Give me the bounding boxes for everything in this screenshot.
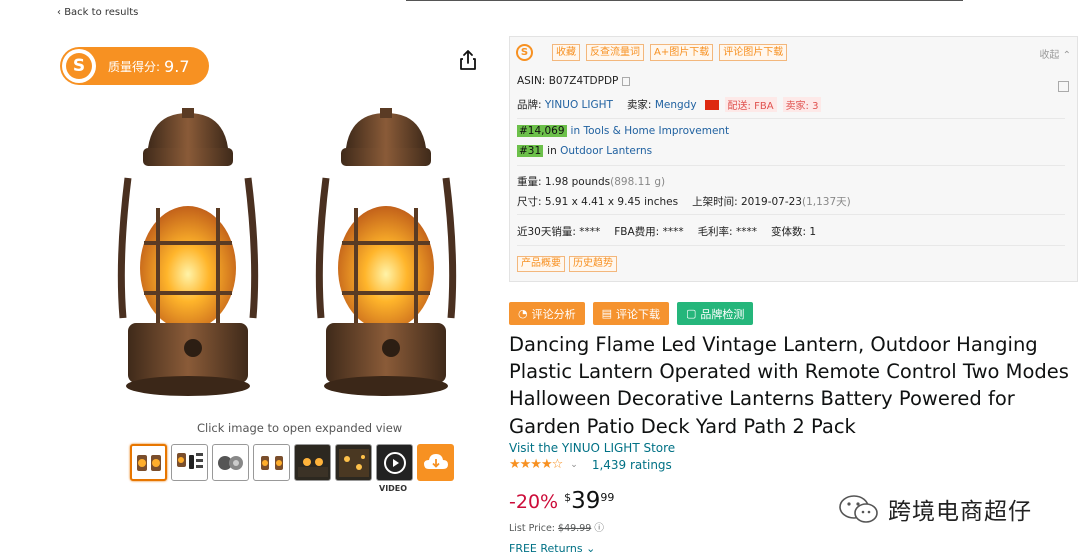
thumbnail-lantern-pair-small[interactable] [253,444,290,481]
info-icon[interactable]: ⓘ [594,523,604,534]
thumbnail-strip [130,444,454,481]
seller-link[interactable]: Mengdy [655,99,697,111]
rank-badge: #31 [517,145,544,157]
plugin-logo-icon: S [516,44,533,61]
review-image-download-button[interactable]: 评论图片下载 [719,44,788,61]
thumbnail-video[interactable] [376,444,413,481]
cloud-download-icon [423,453,448,469]
thumbnail-download[interactable] [417,444,454,481]
thumbnail-lantern-remote[interactable] [171,444,208,481]
weight-row: 重量: 1.98 pounds (898.11 g) [517,175,666,189]
chevron-down-icon: ⌄ [586,542,596,555]
action-buttons: ◔ 评论分析 ▤ 评论下载 ▢ 品牌检测 [509,302,754,325]
price-currency: $ [564,491,572,504]
back-link-label: Back to results [64,7,139,18]
score-value: 9.7 [164,56,190,76]
product-title: Dancing Flame Led Vintage Lantern, Outdo… [509,333,1069,438]
top-divider [406,0,963,1]
score-logo-icon: S [62,49,96,83]
thumbnail-lantern-night[interactable] [294,444,331,481]
thumbnail-lantern-parts[interactable] [212,444,249,481]
reverse-keyword-button[interactable]: 反查流量词 [586,44,644,61]
list-price: List Price: $49.99 ⓘ [509,523,604,534]
plugin-footer: 产品概要 历史趋势 [517,256,617,272]
size-row: 尺寸: 5.91 x 4.41 x 9.45 inches 上架时间: 2019… [517,195,851,209]
expand-icon[interactable] [1058,81,1069,92]
lantern-right [315,108,457,396]
seller-tool-panel: S 收藏 反查流量词 A+图片下载 评论图片下载 收起 ⌃ ASIN: B07Z… [509,36,1078,282]
price-cents: 99 [600,491,615,504]
brand-row: 品牌: YINUO LIGHT 卖家: Mengdy 配送: FBA 卖家: 3 [517,97,822,112]
thumbnail-lantern-pair[interactable] [130,444,167,481]
price-block: -20% $ 39 99 [509,488,614,514]
chevron-down-icon[interactable]: ⌄ [570,460,578,470]
price-whole: 39 [571,488,601,514]
plugin-toolbar: S 收藏 反查流量词 A+图片下载 评论图片下载 [516,44,788,61]
video-label: VIDEO [379,484,408,493]
divider [517,214,1065,215]
rank-category-link[interactable]: Tools & Home Improvement [583,125,729,137]
star-rating-icon[interactable]: ★★★★☆ [509,457,563,472]
lantern-left [117,108,259,396]
aplus-image-download-button[interactable]: A+图片下载 [650,44,714,61]
ratings-count-link[interactable]: 1,439 ratings [592,458,672,472]
brand-link[interactable]: YINUO LIGHT [545,99,613,111]
checkbox-icon: ▢ [686,307,697,320]
favorite-button[interactable]: 收藏 [552,44,580,61]
chart-icon: ◔ [518,307,528,320]
back-to-results-link[interactable]: ‹ Back to results [57,7,138,18]
store-link[interactable]: Visit the YINUO LIGHT Store [509,441,675,455]
watermark-text: 跨境电商超仔 [888,499,1032,525]
play-icon [383,451,406,474]
history-trend-button[interactable]: 历史趋势 [569,256,617,272]
rank-category-link[interactable]: Outdoor Lanterns [560,145,652,157]
brand-check-button[interactable]: ▢ 品牌检测 [677,302,754,325]
share-icon[interactable] [456,48,480,72]
rank-row-2: #31 in Outdoor Lanterns [517,145,653,157]
quality-score-badge: S 质量得分: 9.7 [60,47,209,85]
copy-icon[interactable] [622,76,631,86]
score-label: 质量得分: [108,59,161,74]
china-flag-icon [704,99,719,110]
list-price-value: $49.99 [558,523,592,534]
divider [517,165,1065,166]
collapse-toggle[interactable]: 收起 ⌃ [1039,46,1071,61]
rating-row: ★★★★☆ ⌄ 1,439 ratings [509,457,672,472]
product-summary-button[interactable]: 产品概要 [517,256,565,272]
review-download-button[interactable]: ▤ 评论下载 [592,302,670,325]
asin-value: B07Z4TDPDP [548,75,619,87]
document-icon: ▤ [601,307,613,320]
divider [517,118,1065,119]
wechat-watermark: 跨境电商超仔 [838,492,1032,526]
fulfillment-badge: 配送: FBA [724,97,777,112]
sellers-count-badge: 卖家: 3 [782,97,822,112]
rank-row-1: #14,069 in Tools & Home Improvement [517,125,730,137]
rank-badge: #14,069 [517,125,567,137]
metrics-row: 近30天销量: **** FBA费用: **** 毛利率: **** 变体数: … [517,225,817,239]
main-product-image[interactable] [98,108,474,413]
review-analysis-button[interactable]: ◔ 评论分析 [509,302,585,325]
free-returns-link[interactable]: FREE Returns ⌄ [509,542,595,555]
expand-image-hint: Click image to open expanded view [197,421,403,435]
asin-row: ASIN: B07Z4TDPDP [517,75,631,87]
wechat-icon [839,495,878,523]
divider [517,245,1065,246]
thumbnail-lantern-lifestyle[interactable] [335,444,372,481]
discount-percent: -20% [509,491,559,513]
